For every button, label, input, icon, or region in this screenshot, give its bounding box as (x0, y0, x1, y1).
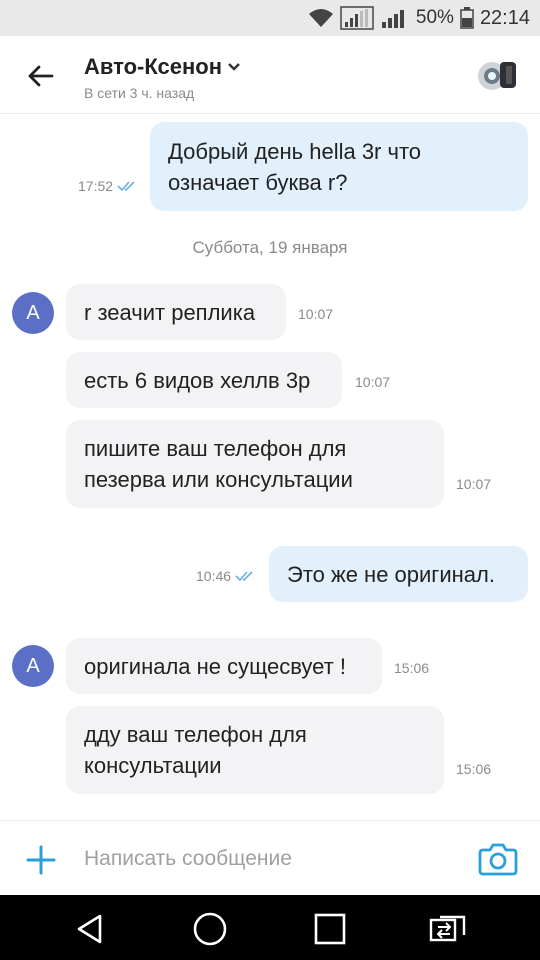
chat-header: Авто-Ксенон В сети 3 ч. назад (0, 36, 540, 114)
chevron-down-icon (228, 63, 240, 71)
headlight-image-icon (478, 62, 516, 90)
square-recents-icon (314, 913, 346, 945)
nav-recents-button[interactable] (310, 909, 350, 949)
plus-icon (26, 845, 56, 875)
message-text: есть 6 видов хеллв 3р (84, 367, 311, 393)
camera-button[interactable] (478, 841, 518, 877)
clock: 22:14 (479, 6, 530, 29)
sender-avatar[interactable]: A (12, 292, 54, 334)
message-text: консультации (84, 753, 222, 778)
message-bubble-incoming[interactable]: есть 6 видов хеллв 3р (66, 352, 342, 408)
message-text: r зеачит реплика (84, 299, 256, 325)
sender-avatar[interactable]: A (12, 645, 54, 687)
message-text: пишите ваш телефон для (84, 436, 347, 461)
message-text: Это же не оригинал. (287, 561, 495, 587)
double-check-icon (235, 571, 253, 582)
online-status: В сети 3 ч. назад (84, 85, 195, 101)
message-time: 15:06 (456, 761, 492, 777)
message-bubble-incoming[interactable]: дду ваш телефон для консультации (66, 706, 444, 794)
message-time: 17:52 (78, 178, 139, 194)
nav-back-button[interactable] (70, 909, 110, 949)
system-nav-bar (0, 895, 540, 960)
message-list[interactable]: 17:52 Добрый день hella 3r что означает … (0, 114, 540, 820)
date-separator: Суббота, 19 января (192, 238, 348, 257)
message-time: 15:06 (394, 660, 430, 676)
message-time: 10:07 (298, 306, 334, 322)
back-button[interactable] (18, 56, 62, 96)
message-composer: Написать сообщение (0, 820, 540, 895)
message-bubble-incoming[interactable]: пишите ваш телефон для пезерва или консу… (66, 420, 444, 508)
nav-switch-button[interactable] (428, 909, 468, 949)
chat-title: Авто-Ксенон (84, 54, 222, 79)
battery-icon (460, 7, 474, 29)
circle-home-icon (193, 912, 227, 946)
switch-windows-icon (429, 915, 466, 942)
nav-home-button[interactable] (190, 909, 230, 949)
wifi-icon (308, 8, 334, 28)
arrow-left-icon (28, 65, 54, 87)
message-text: оригинала не сущесвует ! (84, 653, 346, 679)
message-text: дду ваш телефон для (84, 722, 307, 747)
message-time: 10:07 (355, 374, 391, 390)
message-bubble-outgoing[interactable]: Добрый день hella 3r что означает буква … (150, 122, 528, 211)
message-text: означает буква r? (168, 169, 348, 195)
message-time: 10:07 (456, 476, 492, 492)
signal-icon-2 (380, 6, 410, 30)
message-bubble-outgoing[interactable]: Это же не оригинал. (269, 546, 528, 602)
message-bubble-incoming[interactable]: оригинала не сущесвует ! (66, 638, 382, 694)
attach-button[interactable] (24, 843, 58, 877)
message-text: Добрый день hella 3r что (168, 138, 422, 164)
message-time: 10:46 (196, 568, 257, 584)
camera-icon (478, 843, 518, 876)
battery-percent: 50% (415, 7, 454, 28)
message-text: пезерва или консультации (84, 467, 353, 492)
signal-icon (340, 6, 374, 30)
triangle-back-icon (77, 914, 102, 944)
message-bubble-incoming[interactable]: r зеачит реплика (66, 284, 286, 340)
chat-title-block[interactable]: Авто-Ксенон В сети 3 ч. назад (84, 54, 242, 101)
message-input[interactable]: Написать сообщение (84, 841, 454, 877)
double-check-icon (117, 181, 135, 192)
status-bar: 50% 22:14 (0, 0, 540, 36)
community-avatar[interactable] (470, 52, 522, 98)
